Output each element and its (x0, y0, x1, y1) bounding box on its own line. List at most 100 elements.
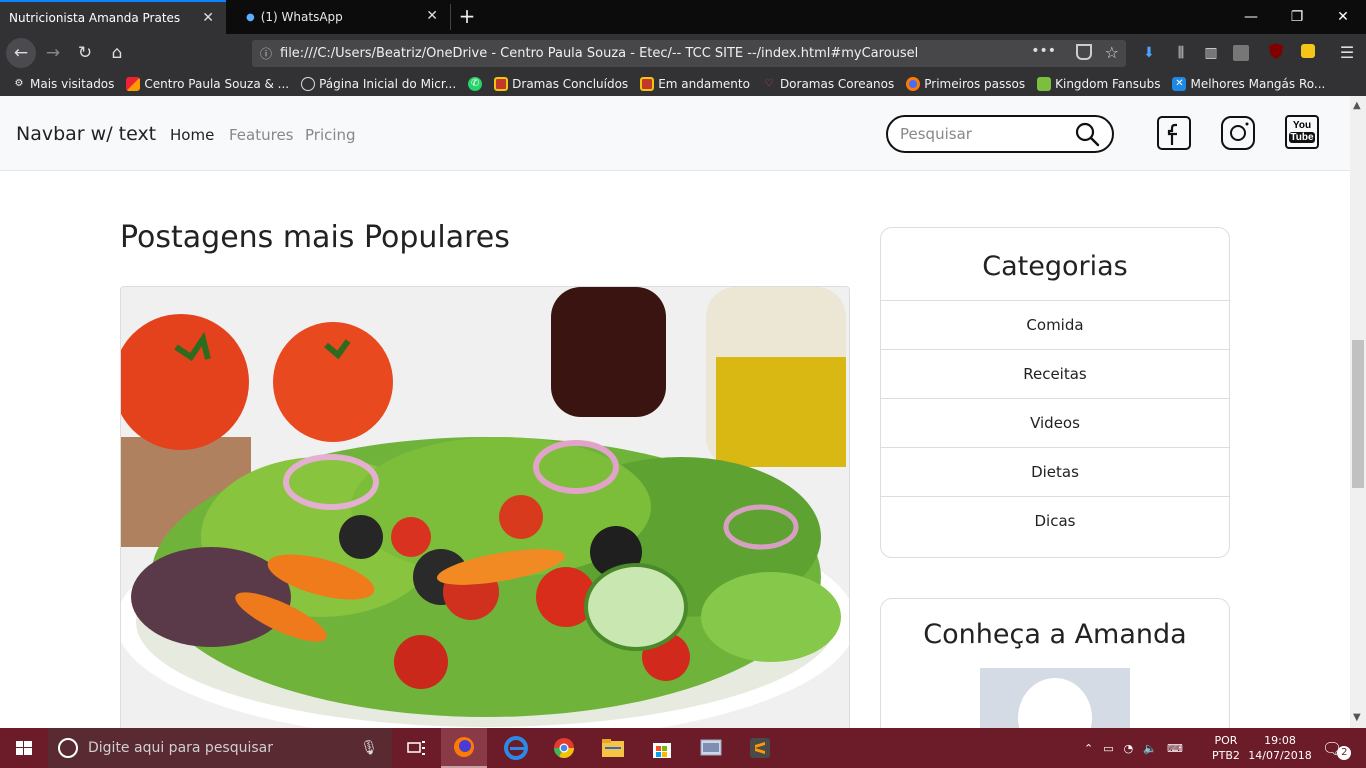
categories-title: Categorias (982, 251, 1128, 282)
ublock-icon[interactable] (1265, 42, 1287, 64)
scroll-up-icon[interactable]: ▲ (1353, 100, 1361, 111)
keeper-icon[interactable] (1297, 42, 1319, 64)
app-window-icon[interactable] (688, 728, 734, 768)
new-tab-button[interactable]: + (456, 4, 478, 28)
bookmark-item[interactable]: Dramas Concluídos (494, 77, 628, 91)
close-tab-icon[interactable]: ✕ (426, 8, 438, 24)
nav-features[interactable]: Features (229, 126, 294, 144)
firefox-taskbar-icon[interactable] (441, 728, 487, 768)
bookmark-star-icon[interactable]: ☆ (1105, 43, 1119, 62)
minimize-button[interactable]: — (1228, 0, 1274, 34)
salad-photo[interactable] (120, 286, 850, 728)
instagram-icon[interactable] (1220, 115, 1256, 151)
reload-button[interactable]: ↻ (70, 38, 100, 68)
site-navbar: Navbar w/ text Home Features Pricing You… (0, 96, 1350, 171)
bookmark-item[interactable]: Kingdom Fansubs (1037, 77, 1160, 91)
about-title: Conheça a Amanda (923, 619, 1187, 650)
avatar (980, 668, 1130, 728)
action-center-icon[interactable]: 🗨 2 (1322, 728, 1352, 768)
tab-title: Nutricionista Amanda Prates (9, 11, 181, 25)
language-indicator[interactable]: POR PTB2 (1212, 728, 1240, 768)
page-scrollbar[interactable]: ▲ ▼ (1350, 96, 1366, 728)
bookmark-item[interactable]: ⚙ Mais visitados (12, 77, 115, 91)
url-bar[interactable]: ⓘ file:///C:/Users/Beatriz/OneDrive - Ce… (252, 40, 1126, 67)
posts-heading: Postagens mais Populares (120, 220, 510, 255)
bookmark-item[interactable]: ✕ Melhores Mangás Ro... (1172, 77, 1325, 91)
about-card: Conheça a Amanda (880, 598, 1230, 728)
drama-icon (640, 77, 655, 91)
wifi-icon[interactable]: ◔ (1124, 742, 1134, 755)
url-text: file:///C:/Users/Beatriz/OneDrive - Cent… (280, 46, 919, 61)
gear-icon: ⚙ (14, 78, 24, 89)
system-tray: ⌃ ▭ ◔ 🔈 ⌨ (1084, 728, 1183, 768)
bookmark-item[interactable]: Primeiros passos (906, 77, 1025, 91)
close-window-button[interactable]: ✕ (1320, 0, 1366, 34)
tab-divider (450, 4, 451, 30)
back-button[interactable]: ← (6, 38, 36, 68)
category-item[interactable]: Videos (881, 398, 1229, 447)
taskbar-search-placeholder: Digite aqui para pesquisar (88, 740, 274, 756)
info-icon[interactable]: ⓘ (252, 45, 280, 62)
category-item[interactable]: Dietas (881, 447, 1229, 496)
close-tab-icon[interactable]: ✕ (202, 10, 214, 26)
scroll-thumb[interactable] (1352, 340, 1364, 488)
navbar-brand[interactable]: Navbar w/ text (16, 123, 156, 145)
tab-whatsapp[interactable]: ● (1) WhatsApp ✕ (226, 0, 450, 34)
edge-taskbar-icon[interactable] (493, 728, 539, 768)
microphone-icon[interactable]: 🎙 (360, 740, 378, 756)
firefox-icon (906, 77, 921, 91)
bookmarks-bar: ⚙ Mais visitados Centro Paula Souza & ...… (0, 72, 1366, 96)
tab-nutricionista[interactable]: Nutricionista Amanda Prates ✕ (0, 0, 226, 34)
home-button[interactable]: ⌂ (102, 38, 132, 68)
sidebar-icon[interactable]: ▥ (1200, 42, 1222, 64)
clock[interactable]: 19:08 14/07/2018 (1248, 728, 1311, 768)
youtube-label-top: You (1292, 120, 1312, 131)
bookmark-item[interactable]: Página Inicial do Micr... (301, 77, 456, 91)
library-icon[interactable]: ⫼ (1170, 42, 1192, 64)
battery-icon[interactable]: ▭ (1103, 742, 1113, 755)
heart-icon: ♡ (764, 78, 774, 89)
windows-taskbar: Digite aqui para pesquisar 🎙 ⌃ ▭ ◔ 🔈 ⌨ P… (0, 728, 1366, 768)
chrome-taskbar-icon[interactable] (541, 728, 587, 768)
cps-icon (126, 77, 141, 91)
page-actions-icon[interactable]: ••• (1031, 43, 1056, 59)
notification-count-badge: 2 (1337, 746, 1352, 760)
bookmark-item[interactable]: Em andamento (640, 77, 750, 91)
downloads-icon[interactable]: ⬇ (1138, 42, 1160, 64)
salad-image (121, 287, 849, 728)
bookmark-item[interactable]: Centro Paula Souza & ... (126, 77, 289, 91)
task-view-icon[interactable] (394, 728, 440, 768)
cortana-icon (58, 738, 78, 758)
file-explorer-icon[interactable] (590, 728, 636, 768)
store-icon[interactable] (639, 728, 685, 768)
windows-start-icon[interactable] (0, 728, 48, 768)
keyboard-icon[interactable]: ⌨ (1167, 742, 1183, 755)
tab-title: (1) WhatsApp (260, 10, 343, 24)
menu-icon[interactable]: ☰ (1336, 42, 1358, 64)
search-icon[interactable] (1074, 121, 1100, 147)
category-item[interactable]: Comida (881, 300, 1229, 349)
sublime-text-icon[interactable] (737, 728, 783, 768)
nav-home[interactable]: Home (170, 126, 214, 144)
bookmark-item[interactable]: ✆ (468, 77, 483, 91)
pocket-icon[interactable] (1076, 44, 1092, 60)
show-hidden-icons-icon[interactable]: ⌃ (1084, 742, 1093, 755)
bookmark-item[interactable]: ♡ Doramas Coreanos (762, 77, 894, 91)
categories-card: Categorias Comida Receitas Videos Dietas… (880, 227, 1230, 558)
restore-button[interactable]: ❐ (1274, 0, 1320, 34)
category-item[interactable]: Dicas (881, 496, 1229, 545)
volume-icon[interactable]: 🔈 (1143, 742, 1157, 755)
category-item[interactable]: Receitas (881, 349, 1229, 398)
search-input[interactable] (900, 125, 1070, 143)
drama-icon (494, 77, 509, 91)
youtube-icon[interactable]: You Tube (1285, 115, 1319, 149)
nav-pricing[interactable]: Pricing (305, 126, 356, 144)
scroll-down-icon[interactable]: ▼ (1353, 712, 1361, 723)
x-icon: ✕ (1172, 77, 1187, 91)
site-search (886, 115, 1114, 153)
avatar-silhouette (1018, 678, 1092, 728)
taskbar-search[interactable]: Digite aqui para pesquisar 🎙 (48, 728, 392, 768)
extension-icon[interactable] (1233, 45, 1249, 61)
forward-button[interactable]: → (38, 38, 68, 68)
facebook-icon[interactable] (1156, 115, 1192, 151)
